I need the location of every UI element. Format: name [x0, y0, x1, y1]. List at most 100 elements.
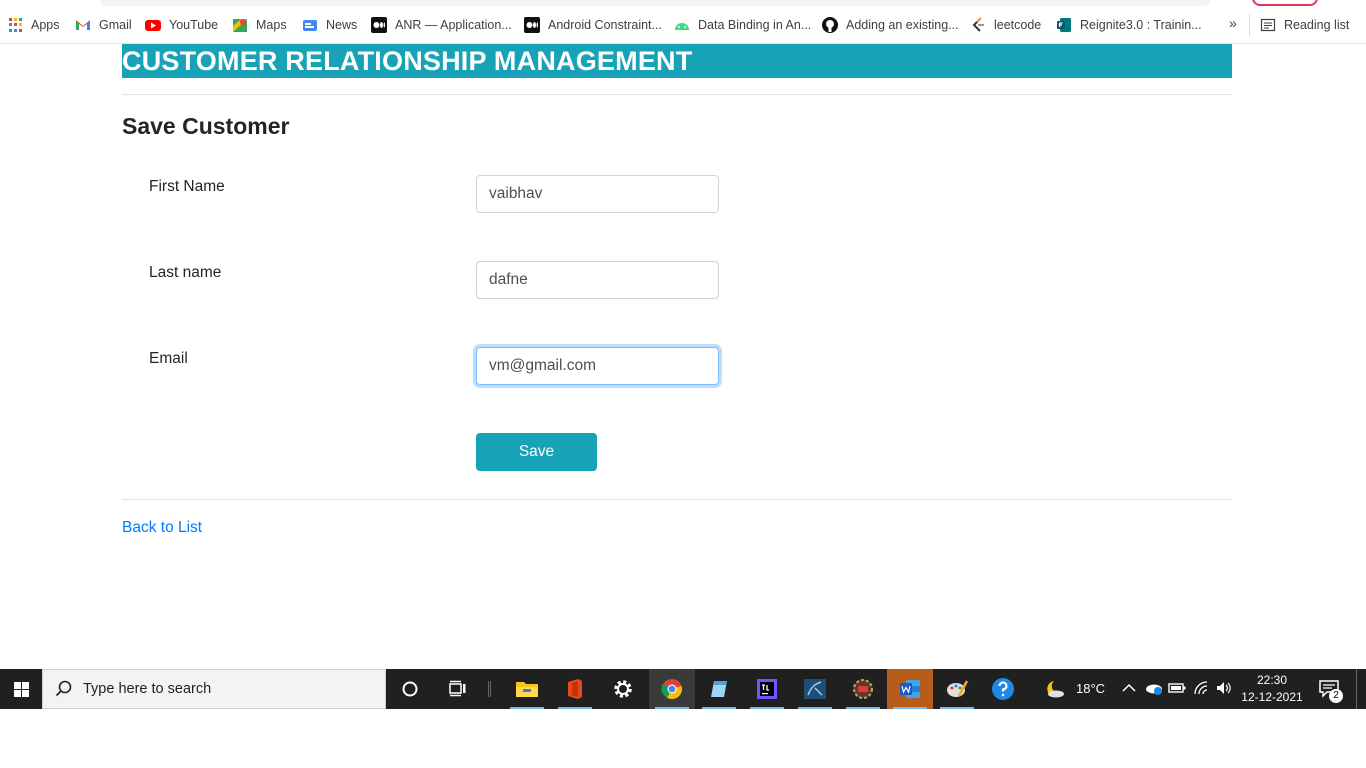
back-to-list-link[interactable]: Back to List — [122, 519, 202, 537]
bookmarks-bar: Apps Gmail YouTube Maps News ANR — Appli… — [0, 0, 1366, 44]
bookmark-label: Apps — [31, 18, 60, 32]
bookmark-apps[interactable]: Apps — [9, 15, 60, 35]
bookmark-label: Reignite3.0 : Trainin... — [1080, 18, 1202, 32]
bookmark-reignite[interactable]: Reignite3.0 : Trainin... — [1056, 15, 1202, 35]
medium-icon — [524, 17, 540, 33]
notepad-icon — [711, 681, 727, 697]
help-icon — [992, 678, 1014, 700]
medium-icon — [371, 17, 387, 33]
paint-icon — [947, 680, 969, 697]
task-view-button[interactable] — [435, 669, 481, 709]
cortana-icon — [402, 681, 418, 697]
search-placeholder: Type here to search — [83, 681, 212, 697]
address-bar-edge — [100, 0, 1210, 6]
bookmark-android-constraint[interactable]: Android Constraint... — [524, 15, 662, 35]
reading-list-icon — [1260, 18, 1276, 32]
bookmark-label: Maps — [256, 18, 287, 32]
bookmarks-divider — [1249, 14, 1250, 36]
bookmark-label: Gmail — [99, 18, 132, 32]
taskbar-app-blue[interactable] — [696, 669, 742, 709]
taskbar-office[interactable] — [552, 669, 598, 709]
page-title: Save Customer — [122, 113, 290, 139]
app-title: CUSTOMER RELATIONSHIP MANAGEMENT — [122, 46, 693, 76]
bookmark-youtube[interactable]: YouTube — [145, 15, 218, 35]
form-divider — [122, 499, 1232, 500]
profile-button[interactable] — [1252, 0, 1318, 6]
bookmark-label: Data Binding in An... — [698, 18, 812, 32]
mysql-workbench-icon — [804, 679, 826, 699]
app-header: CUSTOMER RELATIONSHIP MANAGEMENT — [122, 44, 1232, 78]
reading-list-button[interactable]: Reading list — [1260, 15, 1349, 35]
wifi-icon[interactable] — [1193, 680, 1211, 696]
clock-time: 22:30 — [1256, 673, 1288, 687]
onedrive-icon[interactable] — [1144, 680, 1164, 696]
maps-icon — [233, 19, 247, 32]
volume-icon[interactable] — [1215, 680, 1233, 696]
bookmark-maps[interactable]: Maps — [232, 15, 287, 35]
email-label: Email — [149, 350, 188, 367]
leetcode-icon — [972, 17, 984, 32]
bookmark-label: News — [326, 18, 358, 32]
task-view-icon — [449, 680, 466, 697]
folder-icon — [516, 682, 538, 697]
last-name-label: Last name — [149, 264, 222, 281]
bookmark-label: Adding an existing... — [846, 18, 959, 32]
taskbar-mysql[interactable] — [792, 669, 838, 709]
taskbar-chrome[interactable] — [649, 669, 695, 709]
bookmark-data-binding[interactable]: Data Binding in An... — [674, 15, 811, 35]
show-desktop-button[interactable] — [1356, 669, 1357, 709]
email-input[interactable] — [476, 347, 719, 385]
screen-bottom — [0, 709, 1366, 768]
reading-list-label: Reading list — [1284, 18, 1350, 32]
clock-date: 12-12-2021 — [1241, 690, 1303, 704]
save-button[interactable]: Save — [476, 433, 597, 471]
taskbar-help[interactable] — [980, 669, 1026, 709]
bookmark-label: leetcode — [994, 18, 1042, 32]
notification-center-button[interactable]: 2 — [1314, 669, 1354, 709]
taskbar: Type here to search 18°C 22:30 12-12-202… — [0, 669, 1366, 709]
last-name-input[interactable] — [476, 261, 719, 299]
taskbar-paint[interactable] — [934, 669, 980, 709]
android-icon — [675, 23, 689, 30]
bookmark-label: Android Constraint... — [548, 18, 662, 32]
system-clock[interactable]: 22:30 12-12-2021 — [1240, 672, 1304, 706]
apps-grid-icon — [9, 18, 23, 32]
taskbar-search[interactable]: Type here to search — [42, 669, 386, 709]
gmail-icon — [76, 20, 90, 30]
weather-moon-icon — [1047, 681, 1064, 698]
taskbar-settings[interactable] — [600, 669, 646, 709]
news-icon — [303, 20, 317, 31]
github-icon — [822, 17, 838, 33]
office-icon — [568, 679, 582, 699]
app-gear-icon — [853, 679, 873, 699]
bookmark-news[interactable]: News — [302, 15, 357, 35]
word-icon — [900, 680, 920, 698]
chrome-icon — [661, 679, 682, 700]
first-name-label: First Name — [149, 178, 225, 195]
bookmark-github[interactable]: Adding an existing... — [822, 15, 959, 35]
temperature[interactable]: 18°C — [1076, 681, 1105, 696]
taskbar-word[interactable] — [887, 669, 933, 709]
gear-icon — [614, 680, 632, 698]
bookmark-leetcode[interactable]: leetcode — [970, 15, 1041, 35]
chevron-up-icon[interactable] — [1122, 682, 1136, 694]
notification-count: 2 — [1329, 689, 1343, 703]
first-name-input[interactable] — [476, 175, 719, 213]
taskbar-separator — [488, 681, 491, 697]
bookmark-label: ANR — Application... — [395, 18, 512, 32]
youtube-icon — [145, 20, 161, 31]
bookmark-anr[interactable]: ANR — Application... — [371, 15, 512, 35]
more-bookmarks-button[interactable]: » — [1229, 15, 1237, 31]
forms-icon — [1057, 18, 1071, 32]
taskbar-file-explorer[interactable] — [504, 669, 550, 709]
bookmark-gmail[interactable]: Gmail — [75, 15, 132, 35]
battery-icon[interactable] — [1168, 681, 1186, 695]
intellij-icon — [757, 679, 777, 699]
taskbar-gear-app[interactable] — [840, 669, 886, 709]
taskbar-intellij[interactable] — [744, 669, 790, 709]
cortana-button[interactable] — [387, 669, 433, 709]
start-button[interactable] — [0, 669, 42, 709]
windows-icon — [13, 681, 29, 697]
header-divider — [122, 94, 1232, 95]
bookmark-label: YouTube — [169, 18, 219, 32]
